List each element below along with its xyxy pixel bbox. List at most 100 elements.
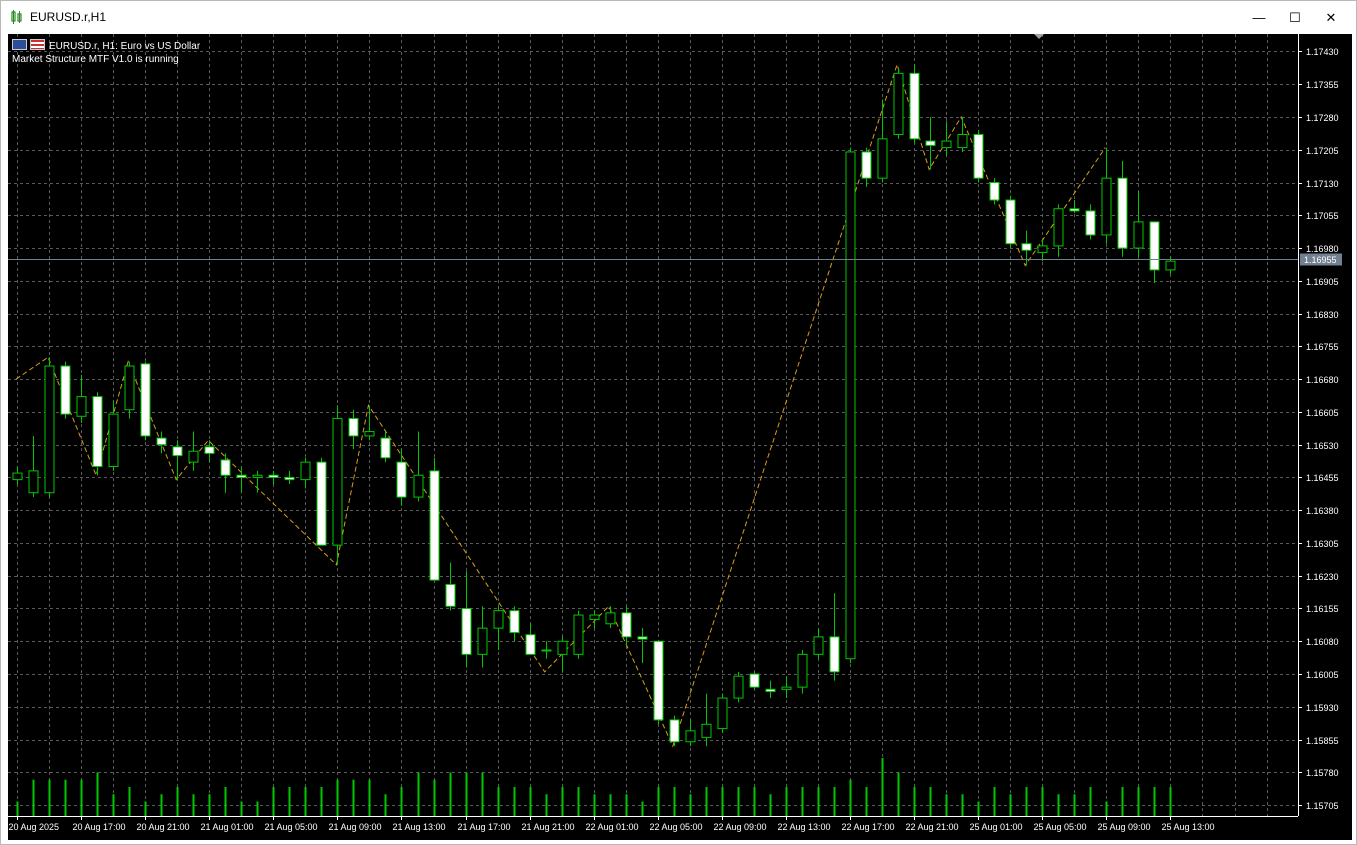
candle <box>877 99 888 183</box>
price-label: 1.16305 <box>1306 539 1339 549</box>
candle <box>1085 204 1096 240</box>
bull-candle-body <box>781 686 792 690</box>
chart-grid <box>8 34 1298 816</box>
candle <box>60 361 71 419</box>
time-label: 20 Aug 2025 <box>9 822 60 832</box>
candle <box>268 470 279 484</box>
indicator-status: Market Structure MTF V1.0 is running <box>12 54 179 65</box>
candle <box>28 435 39 498</box>
candle <box>653 640 664 725</box>
bear-candle-body <box>429 470 440 581</box>
bear-candle-body <box>749 673 760 688</box>
candle <box>316 457 327 546</box>
price-label: 1.17280 <box>1306 113 1339 123</box>
candle <box>220 453 231 493</box>
candle <box>893 68 904 139</box>
chart-canvas[interactable]: 1.16955 1.17430 1.17355 1.17280 1.17205 1.17… <box>8 34 1352 840</box>
bull-candle-body <box>605 612 616 625</box>
bear-candle-body <box>1005 199 1016 245</box>
candle <box>429 457 440 581</box>
bear-candle-body <box>204 446 215 454</box>
bull-candle-body <box>300 461 311 481</box>
candle <box>781 676 792 699</box>
bear-candle-body <box>973 133 984 179</box>
candle <box>252 470 263 493</box>
maximize-icon: ☐ <box>1289 9 1301 25</box>
bull-candle-body <box>1165 260 1176 271</box>
bear-candle-body <box>637 636 648 640</box>
candle <box>1101 147 1112 244</box>
candle <box>509 606 520 642</box>
flag-icon <box>12 39 27 50</box>
bull-candle-body <box>813 636 824 655</box>
price-label: 1.16905 <box>1306 277 1339 287</box>
bull-candle-body <box>1133 221 1144 249</box>
bull-candle-body <box>845 151 856 660</box>
time-label: 22 Aug 21:00 <box>906 822 959 832</box>
price-label: 1.16230 <box>1306 572 1339 582</box>
candlestick-chart-icon <box>11 10 22 24</box>
candle <box>621 606 632 646</box>
bear-candle-body <box>1117 177 1128 249</box>
price-label: 1.16005 <box>1306 670 1339 680</box>
candle <box>1005 195 1016 249</box>
candle <box>1149 221 1160 284</box>
candle <box>861 147 872 187</box>
candle <box>765 680 776 699</box>
title-bar[interactable]: EURUSD.r,H1 — ☐ ✕ <box>1 1 1356 34</box>
candle <box>973 130 984 183</box>
bull-candle-body <box>252 474 263 478</box>
candle <box>589 610 600 629</box>
candle <box>332 405 343 565</box>
candle <box>108 400 119 471</box>
close-button[interactable]: ✕ <box>1313 1 1349 34</box>
bull-candle-body <box>701 723 712 738</box>
bull-candle-body <box>717 697 728 730</box>
minimize-icon: — <box>1252 10 1266 25</box>
bear-candle-body <box>220 459 231 476</box>
time-label: 22 Aug 13:00 <box>778 822 831 832</box>
candle <box>477 606 488 668</box>
bear-candle-body <box>1085 210 1096 236</box>
price-chart[interactable]: 1.16955 1.17430 1.17355 1.17280 1.17205 1.17… <box>8 34 1352 840</box>
minimize-button[interactable]: — <box>1241 1 1277 34</box>
bear-candle-body <box>60 365 71 415</box>
candle <box>749 671 760 690</box>
price-label: 1.16680 <box>1306 375 1339 385</box>
candle <box>573 610 584 659</box>
time-label: 21 Aug 09:00 <box>329 822 382 832</box>
time-label: 21 Aug 13:00 <box>393 822 446 832</box>
price-label: 1.17430 <box>1306 47 1339 57</box>
bear-candle-body <box>829 636 840 673</box>
bear-candle-body <box>653 640 664 721</box>
bid-line: 1.16955 <box>8 253 1342 266</box>
candle <box>525 623 536 655</box>
bull-candle-body <box>12 472 23 481</box>
bull-candle-body <box>124 365 135 411</box>
price-label: 1.16530 <box>1306 441 1339 451</box>
candle <box>1037 239 1048 262</box>
price-label: 1.16155 <box>1306 604 1339 614</box>
candle <box>845 147 856 664</box>
bear-candle-body <box>461 607 472 655</box>
candle <box>12 466 23 484</box>
bull-candle-body <box>957 133 968 149</box>
candle <box>140 361 151 441</box>
bear-candle-body <box>861 151 872 179</box>
price-label: 1.17055 <box>1306 211 1339 221</box>
candle <box>300 457 311 489</box>
time-label: 21 Aug 05:00 <box>265 822 318 832</box>
candle <box>1069 200 1080 214</box>
candle <box>493 606 504 650</box>
bear-candle-body <box>1069 208 1080 212</box>
candle <box>204 440 215 463</box>
time-label: 20 Aug 17:00 <box>73 822 126 832</box>
bull-candle-body <box>557 640 568 655</box>
price-label: 1.16080 <box>1306 637 1339 647</box>
price-label: 1.15930 <box>1306 703 1339 713</box>
bear-candle-body <box>236 474 247 478</box>
maximize-button[interactable]: ☐ <box>1277 1 1313 34</box>
bull-candle-body <box>573 614 584 655</box>
bull-candle-body <box>1053 208 1064 247</box>
time-label: 22 Aug 01:00 <box>586 822 639 832</box>
